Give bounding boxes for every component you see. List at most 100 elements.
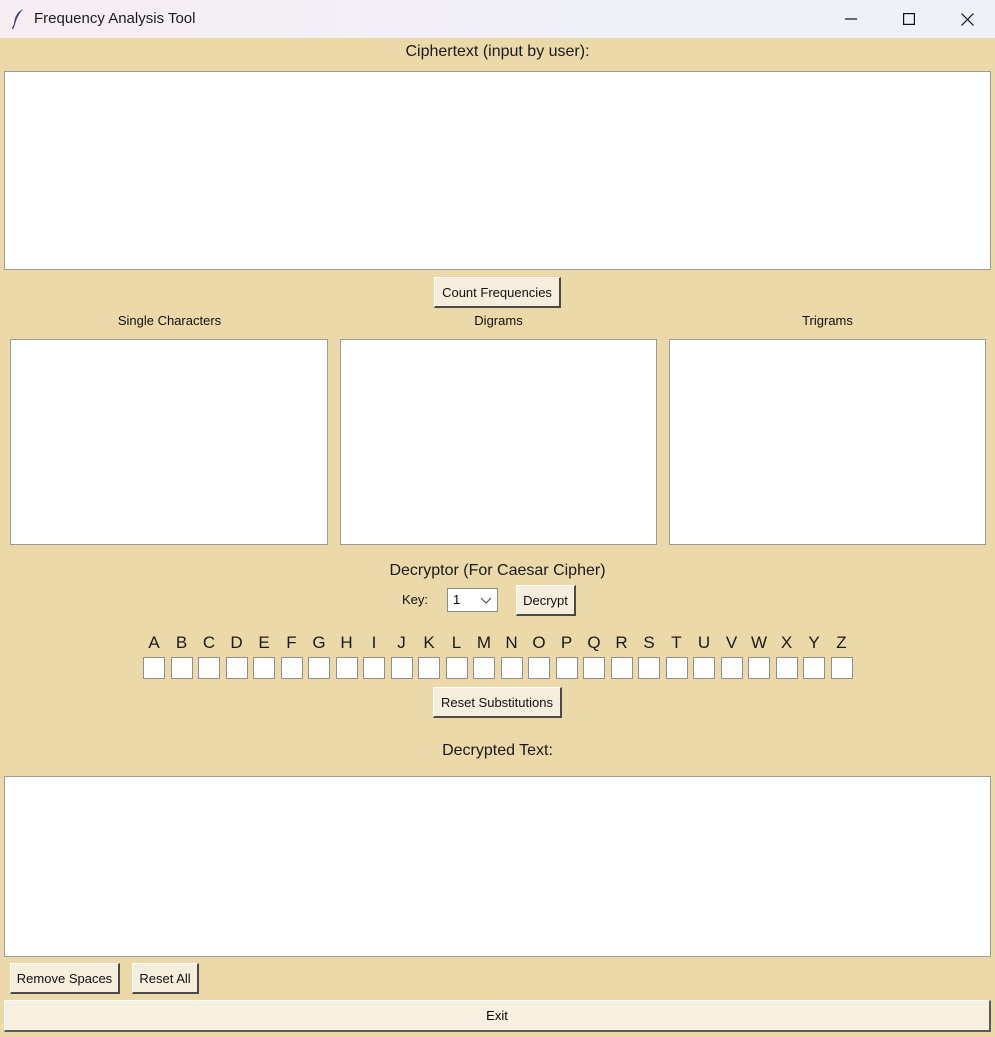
substitution-column: F [280, 632, 304, 679]
substitution-input[interactable] [803, 657, 825, 679]
substitution-input[interactable] [170, 657, 193, 679]
substitution-column: Y [802, 632, 826, 679]
decrypted-text-output[interactable] [4, 776, 991, 957]
substitution-input[interactable] [253, 657, 275, 679]
substitution-column: O [527, 632, 551, 679]
substitution-letter-label: V [725, 633, 738, 652]
substitution-letter-label: C [202, 633, 216, 652]
remove-spaces-button[interactable]: Remove Spaces [10, 963, 120, 994]
substitution-column: I [362, 632, 386, 679]
count-frequencies-button[interactable]: Count Frequencies [434, 277, 561, 308]
substitution-letter-label: U [697, 633, 711, 652]
single-characters-output[interactable] [10, 339, 328, 545]
substitution-letter-label: N [505, 633, 518, 652]
substitution-input[interactable] [225, 657, 248, 679]
substitution-letter-label: X [780, 633, 793, 652]
substitution-column: Z [830, 632, 854, 679]
substitution-column: X [775, 632, 799, 679]
single-characters-label: Single Characters [117, 313, 222, 328]
substitution-input[interactable] [335, 657, 358, 679]
substitution-input[interactable] [143, 657, 165, 679]
substitution-column: L [445, 632, 469, 679]
substitution-letter-label: I [371, 633, 377, 652]
substitution-column: Q [582, 632, 606, 679]
substitution-column: M [472, 632, 496, 679]
digrams-output[interactable] [340, 339, 657, 545]
substitution-input[interactable] [693, 657, 715, 679]
substitution-letter-label: F [286, 633, 297, 652]
feather-icon [11, 9, 23, 30]
key-select[interactable]: 1 [447, 588, 498, 612]
substitution-column: A [142, 632, 166, 679]
reset-all-button[interactable]: Reset All [132, 963, 199, 994]
substitution-column: U [692, 632, 716, 679]
ciphertext-label: Ciphertext (input by user): [405, 43, 590, 60]
substitution-input[interactable] [748, 657, 770, 679]
key-label: Key: [402, 592, 429, 607]
key-value: 1 [453, 592, 461, 607]
ciphertext-input[interactable] [4, 71, 991, 270]
maximize-icon [903, 13, 915, 25]
substitution-column: D [225, 632, 249, 679]
window-title: Frequency Analysis Tool [34, 10, 196, 27]
exit-button[interactable]: Exit [4, 1000, 991, 1032]
title-bar: Frequency Analysis Tool [0, 0, 995, 38]
substitution-column: C [197, 632, 221, 679]
substitution-letter-label: Z [836, 633, 847, 652]
chevron-down-icon [480, 597, 492, 604]
substitution-input[interactable] [610, 657, 633, 679]
substitution-letter-label: S [643, 633, 655, 652]
substitution-letter-label: O [532, 633, 546, 652]
maximize-button[interactable] [880, 0, 938, 38]
substitution-column: N [500, 632, 524, 679]
substitution-input[interactable] [583, 657, 605, 679]
substitution-input[interactable] [555, 657, 578, 679]
substitution-letter-label: B [175, 633, 188, 652]
substitution-letter-label: E [258, 633, 270, 652]
close-icon [960, 12, 974, 26]
substitution-input[interactable] [720, 657, 743, 679]
decryptor-title: Decryptor (For Caesar Cipher) [389, 562, 606, 579]
substitution-input[interactable] [445, 657, 468, 679]
substitution-column: K [417, 632, 441, 679]
decrypt-button[interactable]: Decrypt [516, 585, 576, 616]
substitution-input[interactable] [308, 657, 330, 679]
substitution-column: H [335, 632, 359, 679]
substitution-input[interactable] [665, 657, 688, 679]
substitution-letter-label: L [451, 633, 462, 652]
substitution-letter-label: A [148, 633, 160, 652]
substitution-letter-label: Y [808, 633, 820, 652]
reset-substitutions-button[interactable]: Reset Substitutions [433, 687, 562, 718]
substitution-input[interactable] [418, 657, 440, 679]
substitution-input[interactable] [363, 657, 385, 679]
decrypted-text-label: Decrypted Text: [442, 742, 553, 759]
substitution-letter-label: Q [587, 633, 601, 652]
substitution-letter-label: D [230, 633, 243, 652]
substitution-column: G [307, 632, 331, 679]
substitution-column: T [665, 632, 689, 679]
substitution-input[interactable] [830, 657, 853, 679]
substitution-input[interactable] [280, 657, 303, 679]
substitution-letter-label: P [560, 633, 573, 652]
substitution-column: W [747, 632, 771, 679]
substitution-input[interactable] [775, 657, 798, 679]
substitution-letter-label: G [312, 633, 326, 652]
substitution-column: B [170, 632, 194, 679]
substitution-input[interactable] [500, 657, 523, 679]
substitution-letter-label: R [615, 633, 628, 652]
substitution-letter-label: K [423, 633, 435, 652]
substitution-letter-label: H [340, 633, 353, 652]
substitution-input[interactable] [638, 657, 660, 679]
substitution-input[interactable] [473, 657, 495, 679]
substitution-input[interactable] [390, 657, 413, 679]
substitution-column: V [720, 632, 744, 679]
minimize-button[interactable] [822, 0, 880, 38]
substitution-column: P [555, 632, 579, 679]
substitution-letter-label: W [750, 633, 768, 652]
substitution-input[interactable] [528, 657, 550, 679]
substitution-input[interactable] [198, 657, 220, 679]
substitution-letter-label: T [671, 633, 682, 652]
substitution-grid: ABCDEFGHI JKLMNOPQRSTUVWXYZ [142, 632, 856, 682]
close-button[interactable] [938, 0, 995, 38]
trigrams-output[interactable] [669, 339, 986, 545]
